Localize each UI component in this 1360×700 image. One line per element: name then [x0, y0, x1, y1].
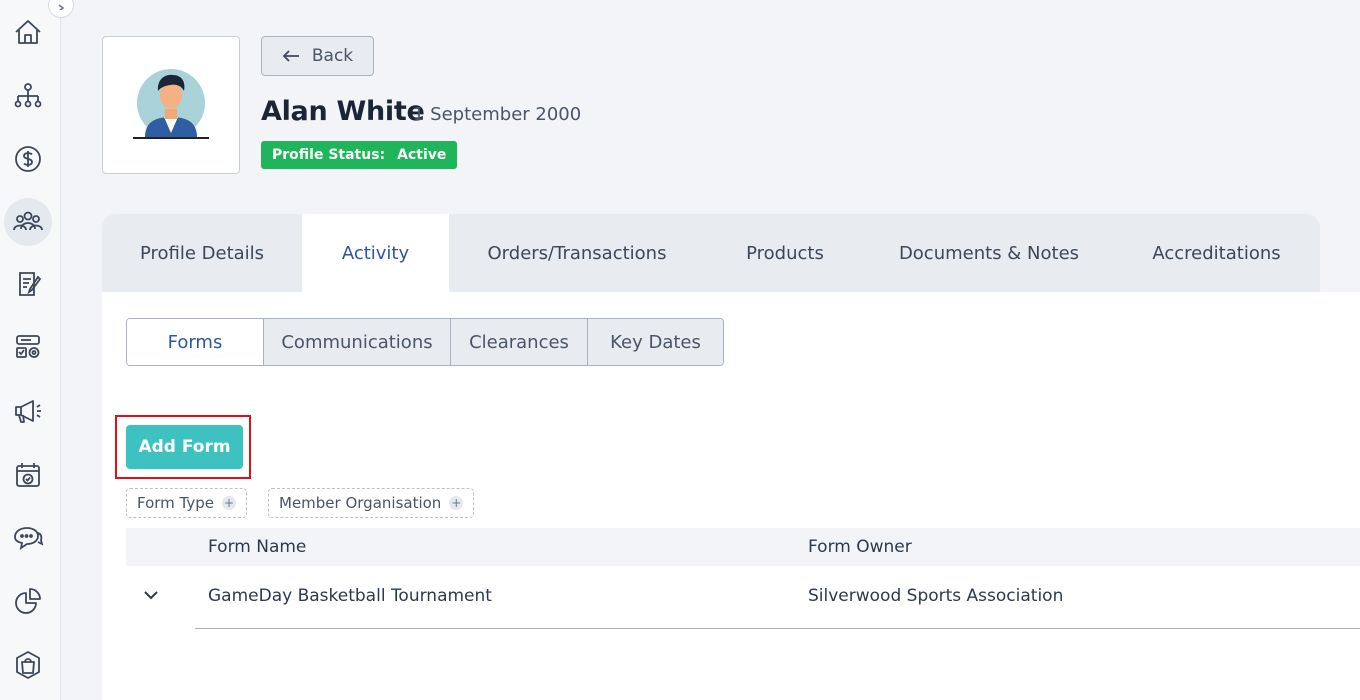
back-button-label: Back [311, 46, 354, 66]
filter-member-organisation[interactable]: Member Organisation + [268, 488, 475, 518]
plus-icon: + [222, 496, 237, 510]
pie-chart-icon [15, 588, 41, 614]
dollar-icon [15, 146, 41, 172]
profile-photo [102, 36, 240, 174]
shop-bag-icon [16, 651, 40, 679]
arrow-left-icon [282, 50, 299, 62]
table-row-divider [195, 628, 1360, 629]
profile-tabs: Profile Details Activity Orders/Transact… [102, 214, 1320, 292]
tab-accreditations[interactable]: Accreditations [1113, 214, 1320, 292]
home-icon [15, 20, 41, 44]
subtab-communications[interactable]: Communications [263, 319, 450, 365]
column-header-form-owner: Form Owner [808, 537, 912, 557]
sidebar [0, 0, 61, 700]
table-cell-form-name[interactable]: GameDay Basketball Tournament [208, 586, 492, 606]
nav-home[interactable] [4, 8, 52, 56]
form-edit-icon [19, 272, 42, 296]
nav-organisation[interactable] [4, 72, 52, 120]
column-header-form-name: Form Name [208, 537, 307, 557]
nav-finance[interactable] [4, 135, 52, 183]
subtab-clearances[interactable]: Clearances [450, 319, 587, 365]
nav-members[interactable] [4, 198, 52, 246]
calendar-icon [16, 463, 40, 487]
avatar [133, 69, 209, 139]
tab-orders-transactions[interactable]: Orders/Transactions [449, 214, 705, 292]
status-value: Active [397, 147, 447, 163]
status-label: Profile Status: [272, 147, 386, 163]
activity-subtabs: Forms Communications Clearances Key Date… [126, 318, 724, 366]
member-name: Alan White [261, 96, 425, 127]
nav-events[interactable] [4, 451, 52, 499]
filter-label: Form Type [137, 494, 215, 512]
filter-form-type[interactable]: Form Type + [126, 488, 248, 518]
row-expand-toggle[interactable] [140, 585, 162, 607]
tab-profile-details[interactable]: Profile Details [102, 214, 302, 292]
nav-messages[interactable] [4, 514, 52, 562]
subtab-key-dates[interactable]: Key Dates [587, 319, 723, 365]
competition-icon [16, 335, 40, 358]
nav-reports[interactable] [4, 577, 52, 625]
nav-competitions[interactable] [4, 323, 52, 371]
add-form-button[interactable]: Add Form [126, 425, 243, 469]
chat-icon [14, 527, 44, 550]
status-badge: Profile Status: Active [261, 141, 458, 169]
tab-activity[interactable]: Activity [302, 214, 449, 292]
nav-forms[interactable] [4, 260, 52, 308]
nav-communications[interactable] [4, 387, 52, 435]
back-button[interactable]: Back [261, 36, 374, 76]
table-cell-form-owner: Silverwood Sports Association [808, 586, 1064, 606]
table-header: Form Name Form Owner [126, 528, 1360, 566]
subtab-forms[interactable]: Forms [127, 319, 263, 365]
members-icon [13, 211, 43, 231]
nav-shop[interactable] [4, 641, 52, 689]
chevron-down-icon [144, 591, 158, 600]
megaphone-icon [15, 400, 41, 423]
tab-documents-notes[interactable]: Documents & Notes [865, 214, 1113, 292]
tab-products[interactable]: Products [705, 214, 865, 292]
org-chart-icon [14, 83, 42, 108]
plus-icon: + [449, 496, 464, 510]
chevron-right-icon [58, 4, 65, 10]
member-dob: 1 September 2000 [413, 104, 582, 125]
filter-label: Member Organisation [279, 494, 442, 512]
